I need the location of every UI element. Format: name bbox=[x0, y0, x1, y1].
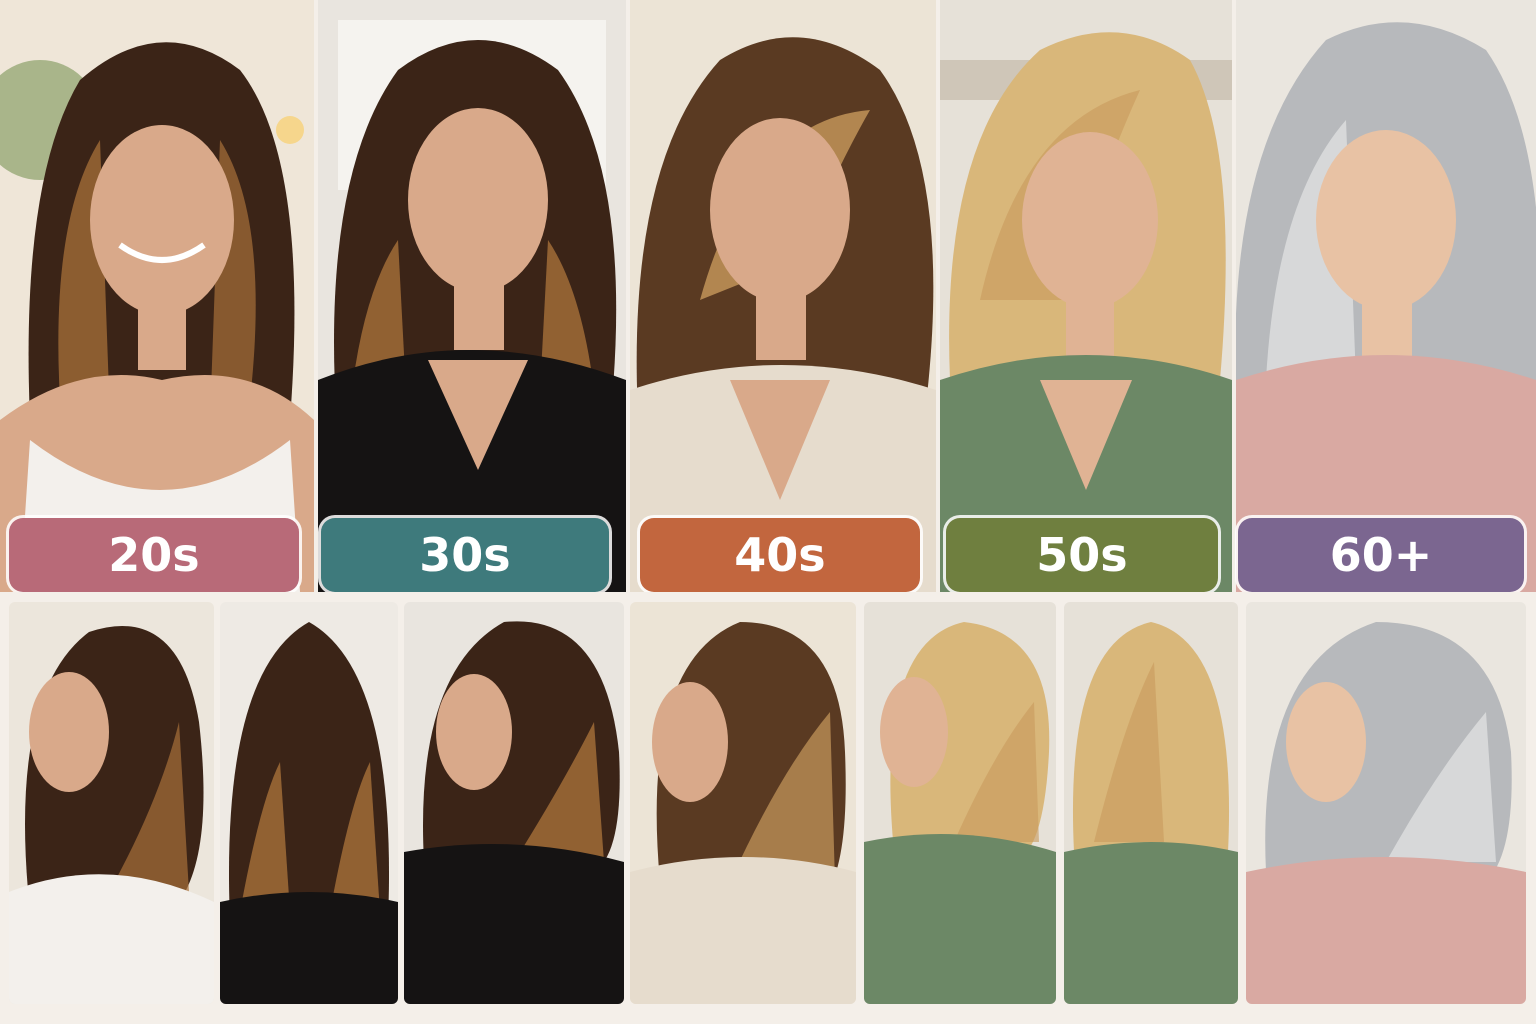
side-view-50s bbox=[864, 602, 1056, 1004]
portrait-50s bbox=[940, 0, 1232, 592]
side-view-30s bbox=[404, 602, 624, 1004]
side-view-60plus bbox=[1246, 602, 1526, 1004]
age-label-40s: 40s bbox=[640, 518, 920, 592]
age-label-60plus: 60+ bbox=[1238, 518, 1524, 592]
side-view-20s bbox=[9, 602, 214, 1004]
portrait-60plus bbox=[1236, 0, 1536, 592]
back-view-50s bbox=[1064, 602, 1238, 1004]
back-view-20s bbox=[220, 602, 398, 1004]
age-label-50s: 50s bbox=[946, 518, 1218, 592]
side-view-40s bbox=[630, 602, 856, 1004]
portrait-40s bbox=[630, 0, 936, 592]
age-label-20s: 20s bbox=[9, 518, 299, 592]
portrait-20s bbox=[0, 0, 314, 592]
row-divider bbox=[0, 592, 1536, 602]
portrait-30s bbox=[318, 0, 626, 592]
age-label-30s: 30s bbox=[321, 518, 609, 592]
